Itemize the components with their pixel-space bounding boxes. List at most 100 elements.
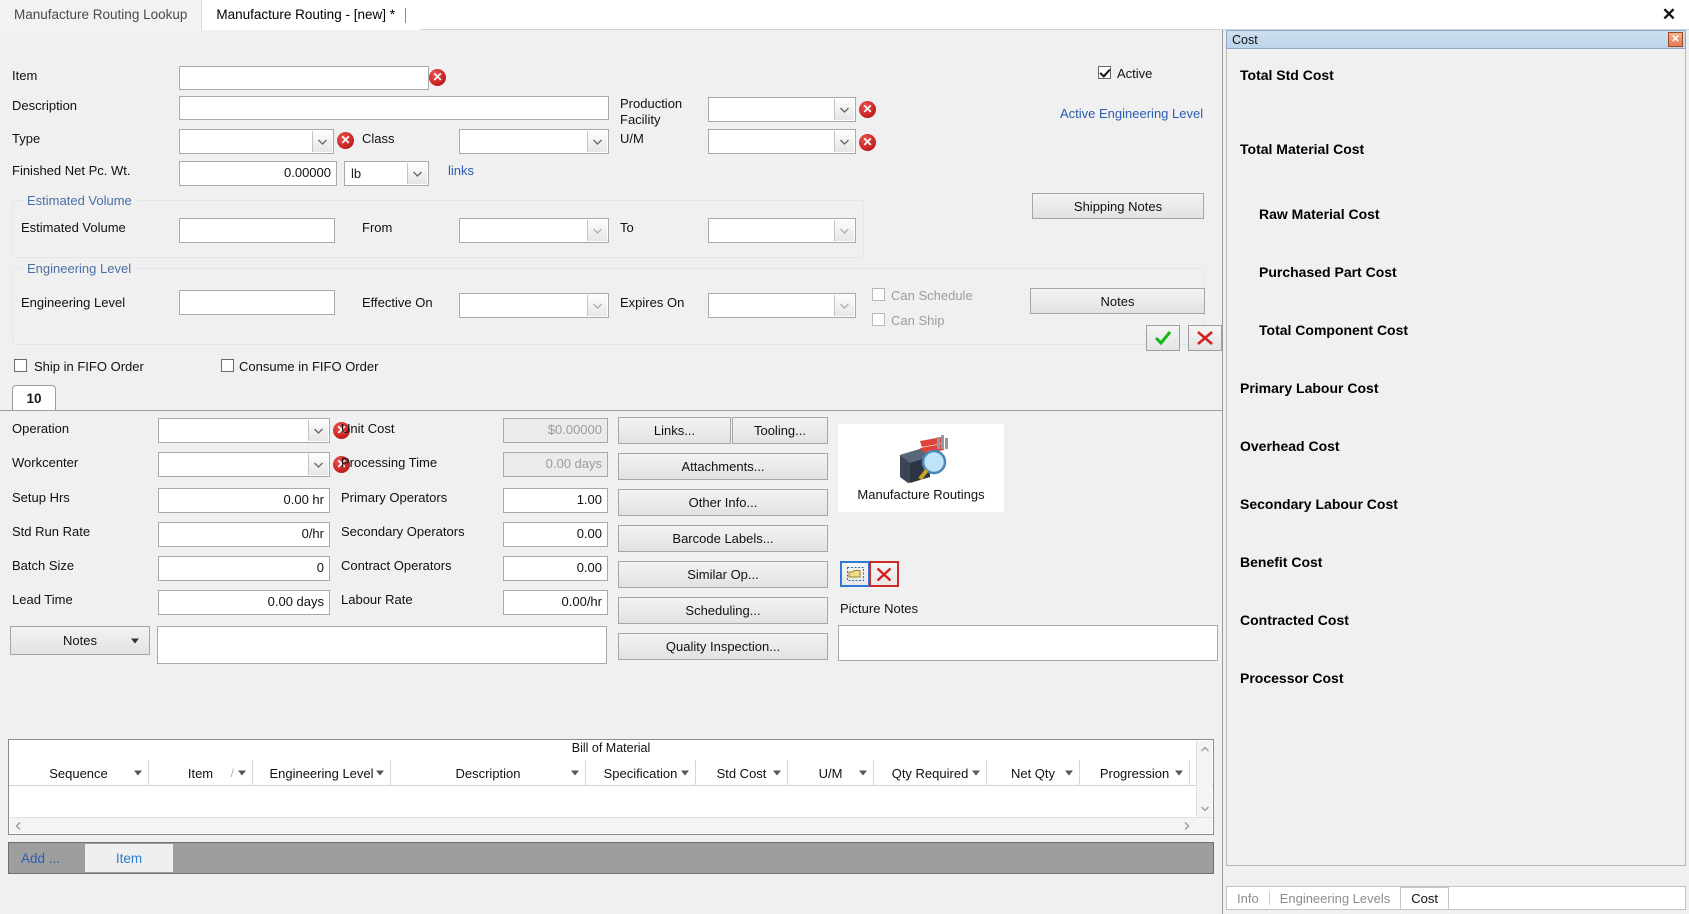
tab-engineering-levels[interactable]: Engineering Levels bbox=[1270, 887, 1401, 909]
tab-manufacture-routing-new[interactable]: Manufacture Routing - [new] * bbox=[202, 0, 420, 30]
filter-dropdown-icon[interactable] bbox=[376, 770, 384, 776]
secondary-operators-input[interactable]: 0.00 bbox=[503, 522, 608, 547]
chevron-down-icon[interactable] bbox=[834, 220, 854, 241]
chevron-down-icon[interactable] bbox=[834, 131, 854, 152]
finished-net-weight-value[interactable]: 0.00000 bbox=[179, 161, 337, 186]
description-input[interactable] bbox=[179, 96, 609, 120]
bill-of-material-grid: Bill of Material Sequence Item / Engineer… bbox=[8, 739, 1214, 835]
operation-select[interactable] bbox=[158, 418, 330, 443]
consume-fifo-checkbox[interactable] bbox=[221, 359, 234, 372]
accept-button[interactable] bbox=[1146, 325, 1180, 351]
labour-rate-input[interactable]: 0.00/hr bbox=[503, 590, 608, 615]
estimated-volume-input[interactable] bbox=[179, 218, 335, 243]
chevron-down-icon[interactable] bbox=[587, 220, 607, 241]
production-facility-error-icon: ✕ bbox=[859, 101, 876, 118]
filter-dropdown-icon[interactable] bbox=[972, 770, 980, 776]
bom-tab-item[interactable]: Item bbox=[85, 844, 173, 872]
bom-col-specification[interactable]: Specification bbox=[586, 760, 696, 786]
tab-manufacture-routing-lookup[interactable]: Manufacture Routing Lookup bbox=[0, 0, 203, 30]
close-icon[interactable]: ✕ bbox=[1657, 3, 1681, 27]
scroll-up-icon[interactable] bbox=[1197, 741, 1212, 757]
bom-col-net-qty[interactable]: Net Qty bbox=[987, 760, 1080, 786]
production-facility-select[interactable] bbox=[708, 97, 856, 122]
ship-fifo-checkbox[interactable] bbox=[14, 359, 27, 372]
add-link[interactable]: Add ... bbox=[9, 851, 81, 866]
tab-cost[interactable]: Cost bbox=[1400, 887, 1449, 909]
chevron-down-icon[interactable] bbox=[834, 99, 854, 120]
bom-vertical-scrollbar[interactable] bbox=[1196, 741, 1212, 817]
bom-col-std-cost[interactable]: Std Cost bbox=[696, 760, 788, 786]
setup-hrs-input[interactable]: 0.00 hr bbox=[158, 488, 330, 513]
std-run-rate-input[interactable]: 0/hr bbox=[158, 522, 330, 547]
expires-on-select[interactable] bbox=[708, 293, 856, 318]
barcode-labels-button[interactable]: Barcode Labels... bbox=[618, 525, 828, 552]
bom-horizontal-scrollbar[interactable] bbox=[10, 817, 1212, 833]
engineering-level-input[interactable] bbox=[179, 290, 335, 315]
type-select[interactable] bbox=[179, 129, 334, 154]
bom-col-engineering-level[interactable]: Engineering Level bbox=[253, 760, 391, 786]
cost-row-benefit-cost: Benefit Cost bbox=[1240, 554, 1323, 570]
tab-info[interactable]: Info bbox=[1227, 887, 1269, 909]
from-label: From bbox=[362, 220, 393, 235]
chevron-down-icon[interactable] bbox=[312, 131, 332, 152]
batch-size-input[interactable]: 0 bbox=[158, 556, 330, 581]
bom-col-description[interactable]: Description bbox=[391, 760, 586, 786]
filter-dropdown-icon[interactable] bbox=[238, 770, 246, 776]
scroll-left-icon[interactable] bbox=[10, 818, 26, 834]
shipping-notes-button[interactable]: Shipping Notes bbox=[1032, 193, 1204, 219]
tooling-button[interactable]: Tooling... bbox=[732, 417, 828, 444]
lead-time-input[interactable]: 0.00 days bbox=[158, 590, 330, 615]
chevron-down-icon[interactable] bbox=[407, 163, 427, 184]
other-info-button[interactable]: Other Info... bbox=[618, 489, 828, 516]
active-engineering-level-link[interactable]: Active Engineering Level bbox=[1060, 106, 1203, 121]
scheduling-button[interactable]: Scheduling... bbox=[618, 597, 828, 624]
weight-uom-select[interactable]: lb bbox=[344, 161, 429, 186]
notes-button[interactable]: Notes bbox=[1030, 288, 1205, 314]
um-select[interactable] bbox=[708, 129, 856, 154]
chevron-down-icon[interactable] bbox=[131, 638, 139, 643]
attachments-button[interactable]: Attachments... bbox=[618, 453, 828, 480]
bom-col-item[interactable]: Item / bbox=[149, 760, 253, 786]
contract-operators-input[interactable]: 0.00 bbox=[503, 556, 608, 581]
close-icon[interactable]: ✕ bbox=[1668, 32, 1683, 47]
select-picture-button[interactable] bbox=[840, 561, 870, 587]
bom-col-progression[interactable]: Progression bbox=[1080, 760, 1190, 786]
bom-col-um[interactable]: U/M bbox=[788, 760, 874, 786]
quality-inspection-button[interactable]: Quality Inspection... bbox=[618, 633, 828, 660]
scroll-right-icon[interactable] bbox=[1179, 818, 1195, 834]
chevron-down-icon[interactable] bbox=[587, 131, 607, 152]
filter-dropdown-icon[interactable] bbox=[134, 770, 142, 776]
links-button[interactable]: Links... bbox=[618, 417, 731, 444]
chevron-down-icon[interactable] bbox=[308, 454, 328, 475]
operation-notes-button[interactable]: Notes bbox=[10, 626, 150, 655]
filter-dropdown-icon[interactable] bbox=[773, 770, 781, 776]
bom-col-sequence[interactable]: Sequence bbox=[9, 760, 149, 786]
operation-notes-text[interactable] bbox=[157, 626, 607, 664]
chevron-down-icon[interactable] bbox=[308, 420, 328, 441]
chevron-down-icon[interactable] bbox=[834, 295, 854, 316]
scroll-down-icon[interactable] bbox=[1197, 801, 1212, 817]
delete-picture-button[interactable] bbox=[869, 561, 899, 587]
effective-on-select[interactable] bbox=[459, 293, 609, 318]
can-ship-checkbox[interactable] bbox=[872, 313, 885, 326]
similar-op-button[interactable]: Similar Op... bbox=[618, 561, 828, 588]
item-input[interactable] bbox=[179, 66, 429, 90]
filter-dropdown-icon[interactable] bbox=[1175, 770, 1183, 776]
bom-col-qty-required[interactable]: Qty Required bbox=[874, 760, 987, 786]
operation-tab-10[interactable]: 10 bbox=[12, 385, 56, 411]
filter-dropdown-icon[interactable] bbox=[681, 770, 689, 776]
can-schedule-checkbox[interactable] bbox=[872, 288, 885, 301]
primary-operators-input[interactable]: 1.00 bbox=[503, 488, 608, 513]
picture-notes-input[interactable] bbox=[838, 625, 1218, 661]
class-select[interactable] bbox=[459, 129, 609, 154]
cancel-button[interactable] bbox=[1188, 325, 1222, 351]
to-select[interactable] bbox=[708, 218, 856, 243]
filter-dropdown-icon[interactable] bbox=[1065, 770, 1073, 776]
filter-dropdown-icon[interactable] bbox=[571, 770, 579, 776]
chevron-down-icon[interactable] bbox=[587, 295, 607, 316]
links-link[interactable]: links bbox=[448, 163, 474, 178]
active-checkbox[interactable] bbox=[1098, 66, 1111, 79]
workcenter-select[interactable] bbox=[158, 452, 330, 477]
from-select[interactable] bbox=[459, 218, 609, 243]
filter-dropdown-icon[interactable] bbox=[859, 770, 867, 776]
